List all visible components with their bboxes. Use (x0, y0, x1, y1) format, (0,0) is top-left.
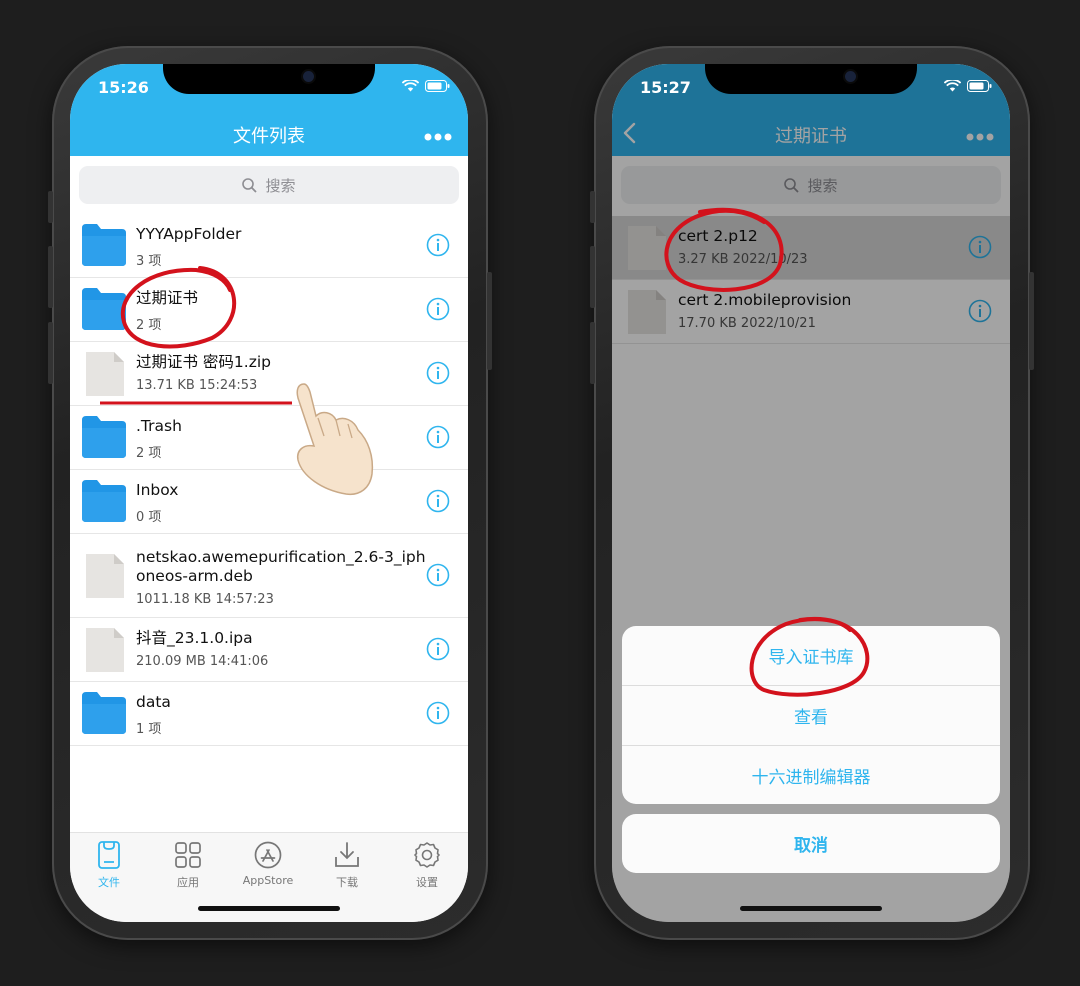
volume-up-button (48, 246, 53, 308)
file-meta: 3 项 (136, 254, 162, 269)
list-item[interactable]: Inbox 0 项 (70, 470, 468, 534)
folder-icon (82, 692, 126, 734)
list-item[interactable]: 抖音_23.1.0.ipa 210.09 MB 14:41:06 (70, 618, 468, 682)
info-icon[interactable] (426, 297, 450, 321)
file-list: YYYAppFolder 3 项 过期证书 2 项 过期证书 密码1.zip 1… (70, 214, 468, 746)
list-item[interactable]: 过期证书 2 项 (70, 278, 468, 342)
file-icon (86, 352, 124, 396)
hex-editor-button[interactable]: 十六进制编辑器 (622, 746, 1000, 804)
notch (163, 64, 375, 94)
folder-icon (82, 480, 126, 522)
appstore-icon (254, 841, 282, 869)
file-meta: 2 项 (136, 318, 162, 333)
file-name-continued: oneos-arm.deb (136, 567, 253, 585)
search-icon (242, 177, 258, 193)
camera-icon (845, 71, 856, 82)
folder-icon (82, 288, 126, 330)
wifi-icon (944, 80, 961, 92)
search-area: 搜索 (70, 156, 468, 208)
battery-icon (425, 80, 450, 92)
info-icon[interactable] (426, 637, 450, 661)
tab-apps[interactable]: 应用 (158, 841, 218, 890)
phone-right: 15:27 过期证书 搜索 cert 2.p12 3.27 KB 2022/10… (590, 46, 1034, 940)
side-button (590, 191, 595, 223)
file-icon (86, 554, 124, 598)
notch (705, 64, 917, 94)
volume-down-button (590, 322, 595, 384)
status-icons (944, 80, 992, 92)
info-icon[interactable] (426, 425, 450, 449)
file-name: 抖音_23.1.0.ipa (136, 629, 253, 647)
volume-up-button (590, 246, 595, 308)
file-meta: 210.09 MB 14:41:06 (136, 654, 269, 669)
file-name: 过期证书 (136, 289, 199, 307)
file-meta: 2 项 (136, 446, 162, 461)
folder-icon (82, 224, 126, 266)
power-button (487, 272, 492, 370)
action-sheet: 导入证书库 查看 十六进制编辑器 (622, 626, 1000, 804)
file-meta: 0 项 (136, 510, 162, 525)
apps-grid-icon (175, 842, 201, 868)
list-item[interactable]: 过期证书 密码1.zip 13.71 KB 15:24:53 (70, 342, 468, 406)
page-title: 文件列表 (233, 126, 305, 147)
tab-appstore[interactable]: AppStore (238, 841, 298, 887)
file-name: 过期证书 密码1.zip (136, 353, 271, 371)
volume-down-button (48, 322, 53, 384)
view-button[interactable]: 查看 (622, 686, 1000, 746)
status-icons (402, 80, 450, 92)
camera-icon (303, 71, 314, 82)
file-name: data (136, 693, 171, 711)
status-time: 15:26 (98, 78, 149, 97)
file-meta: 13.71 KB 15:24:53 (136, 378, 258, 393)
tab-label: 文件 (98, 876, 120, 889)
more-button[interactable] (424, 126, 452, 145)
tab-label: AppStore (242, 874, 294, 887)
file-name: .Trash (136, 417, 182, 435)
search-placeholder: 搜索 (265, 176, 296, 195)
tab-label: 应用 (177, 876, 199, 889)
download-icon (335, 842, 359, 867)
tab-label: 下载 (336, 876, 358, 889)
info-icon[interactable] (426, 233, 450, 257)
wifi-icon (402, 80, 419, 92)
import-cert-button[interactable]: 导入证书库 (622, 626, 1000, 686)
home-indicator (740, 906, 882, 911)
tab-files[interactable]: 文件 (79, 841, 139, 890)
search-input[interactable]: 搜索 (79, 166, 459, 204)
power-button (1029, 272, 1034, 370)
battery-icon (967, 80, 992, 92)
file-tab-icon (98, 841, 120, 869)
home-indicator (198, 906, 340, 911)
info-icon[interactable] (426, 361, 450, 385)
phone-left: 15:26 文件列表 搜索 YYYAppFolder 3 项 过期证书 2 项 … (48, 46, 492, 940)
screen-left: 15:26 文件列表 搜索 YYYAppFolder 3 项 过期证书 2 项 … (70, 64, 468, 922)
info-icon[interactable] (426, 701, 450, 725)
list-item[interactable]: .Trash 2 项 (70, 406, 468, 470)
more-icon (424, 133, 452, 141)
folder-icon (82, 416, 126, 458)
tab-downloads[interactable]: 下载 (317, 841, 377, 890)
file-name: netskao.awemepurification_2.6-3_iph (136, 548, 426, 566)
status-time: 15:27 (640, 78, 691, 97)
file-name: YYYAppFolder (136, 225, 242, 243)
list-item[interactable]: data 1 项 (70, 682, 468, 746)
list-item[interactable]: YYYAppFolder 3 项 (70, 214, 468, 278)
side-button (48, 191, 53, 223)
info-icon[interactable] (426, 563, 450, 587)
tab-label: 设置 (416, 876, 438, 889)
cancel-button[interactable]: 取消 (622, 814, 1000, 873)
screen-right: 15:27 过期证书 搜索 cert 2.p12 3.27 KB 2022/10… (612, 64, 1010, 922)
file-meta: 1011.18 KB 14:57:23 (136, 592, 274, 607)
gear-icon (414, 842, 440, 868)
file-meta: 1 项 (136, 722, 162, 737)
list-item[interactable]: netskao.awemepurification_2.6-3_iph oneo… (70, 534, 468, 618)
tab-settings[interactable]: 设置 (397, 841, 457, 890)
file-icon (86, 628, 124, 672)
file-name: Inbox (136, 481, 179, 499)
info-icon[interactable] (426, 489, 450, 513)
